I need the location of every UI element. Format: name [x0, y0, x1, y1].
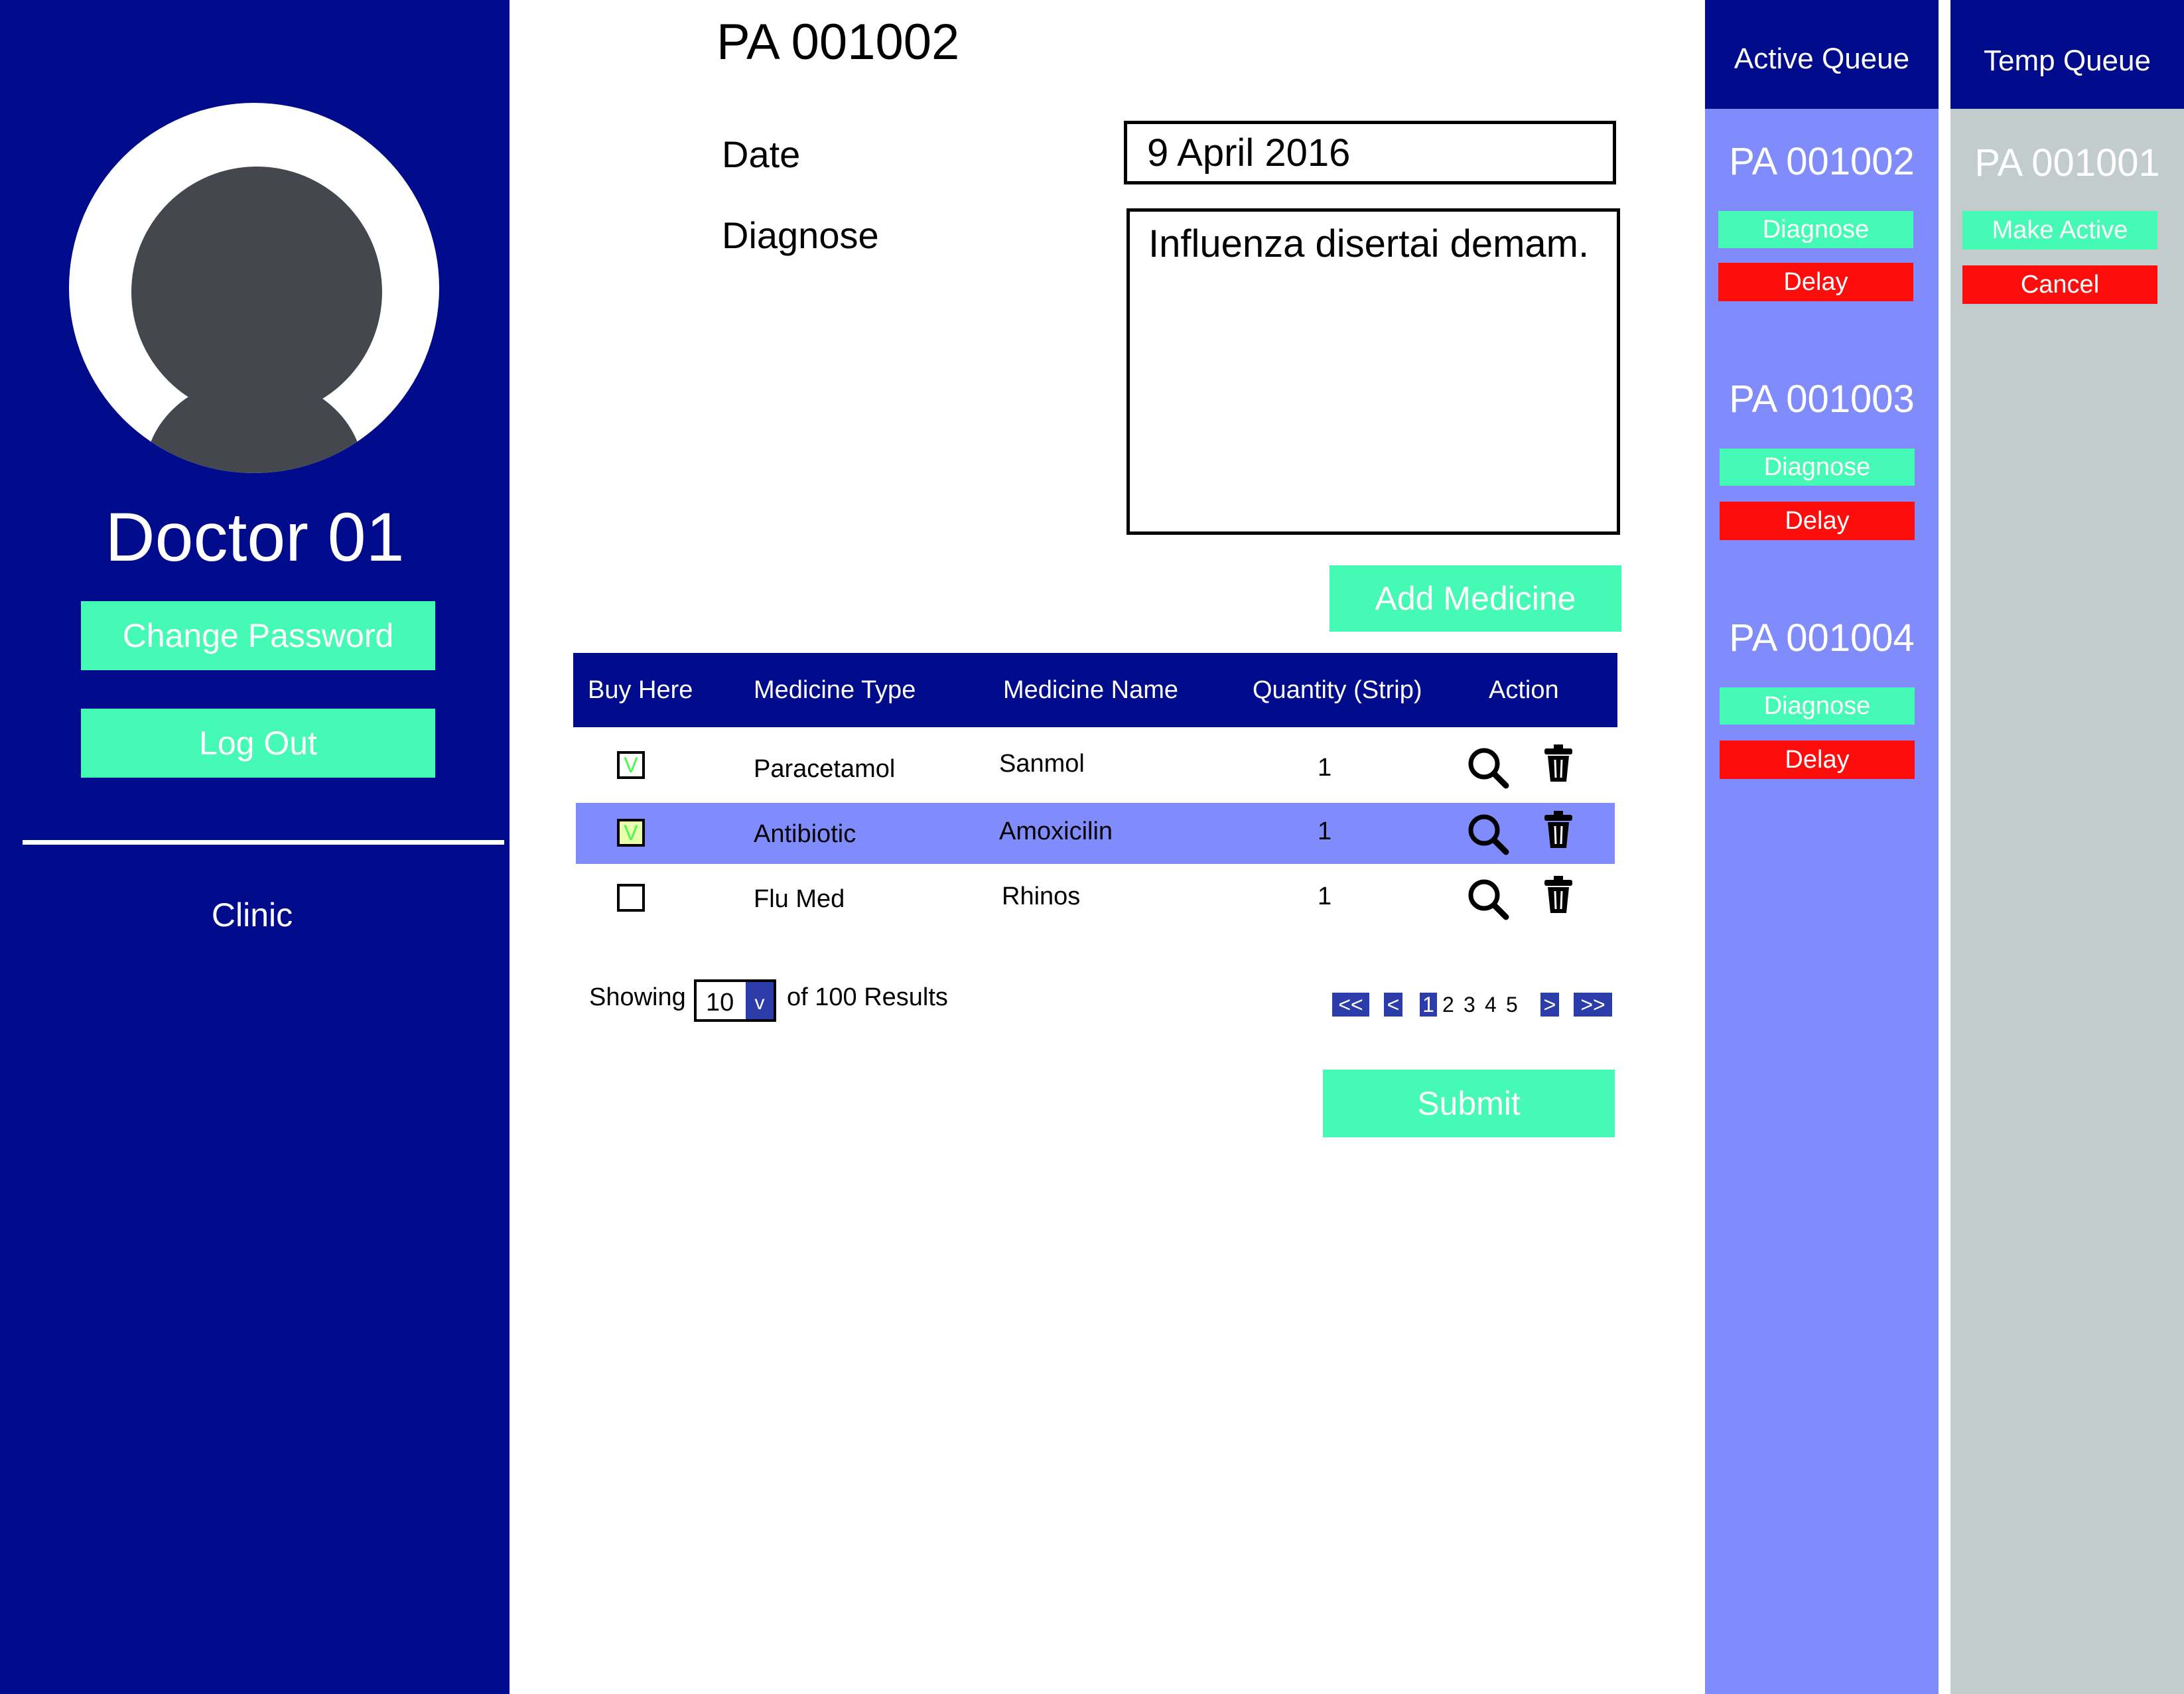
column-header-quantity: Quantity (Strip): [1253, 676, 1422, 704]
active-queue-patient-id: PA 001003: [1729, 378, 1915, 421]
sidebar-item-clinic[interactable]: Clinic: [0, 896, 504, 934]
cancel-button[interactable]: Cancel: [1962, 265, 2157, 304]
pagination-page-3[interactable]: 3: [1464, 993, 1475, 1017]
table-row[interactable]: V Paracetamol Sanmol 1: [576, 738, 1615, 799]
pagination-next-button[interactable]: >: [1540, 993, 1559, 1017]
pagination-page-5[interactable]: 5: [1506, 993, 1518, 1017]
sidebar-divider: [23, 840, 504, 845]
submit-button[interactable]: Submit: [1323, 1070, 1615, 1137]
page-size-value: 10: [706, 989, 734, 1017]
temp-queue-panel: [1950, 0, 2184, 1694]
diagnose-button[interactable]: Diagnose: [1720, 449, 1915, 486]
page-size-select[interactable]: 10 v: [694, 979, 776, 1022]
date-label: Date: [722, 133, 801, 175]
magnifier-icon[interactable]: [1465, 811, 1511, 857]
quantity-cell: 1: [1318, 754, 1332, 782]
results-count-label: of 100 Results: [787, 983, 948, 1011]
log-out-button[interactable]: Log Out: [81, 709, 435, 778]
column-header-medicine-type: Medicine Type: [754, 676, 916, 704]
column-header-buy-here: Buy Here: [588, 676, 693, 704]
patient-id-title: PA 001002: [717, 14, 960, 70]
trash-icon[interactable]: [1542, 875, 1575, 914]
table-row[interactable]: Flu Med Rhinos 1: [576, 868, 1615, 929]
medicine-name-cell: Rhinos: [1002, 882, 1081, 910]
medicine-type-cell: Paracetamol: [754, 755, 896, 783]
table-row-selected[interactable]: V Antibiotic Amoxicilin 1: [576, 803, 1615, 864]
active-queue-patient-id: PA 001002: [1729, 140, 1915, 183]
chevron-down-icon[interactable]: v: [746, 982, 774, 1019]
showing-label: Showing: [589, 983, 686, 1011]
diagnose-textarea[interactable]: Influenza disertai demam.: [1126, 208, 1620, 535]
column-header-medicine-name: Medicine Name: [1003, 676, 1178, 704]
buy-here-checkbox[interactable]: V: [617, 819, 645, 847]
pagination-first-button[interactable]: <<: [1332, 993, 1369, 1017]
pagination-prev-button[interactable]: <: [1384, 993, 1402, 1017]
diagnose-button[interactable]: Diagnose: [1718, 211, 1913, 248]
active-queue-panel: [1705, 0, 1939, 1694]
pagination-last-button[interactable]: >>: [1574, 993, 1612, 1017]
add-medicine-button[interactable]: Add Medicine: [1330, 565, 1621, 632]
doctor-name: Doctor 01: [105, 499, 405, 576]
active-queue-patient-id: PA 001004: [1729, 616, 1915, 660]
temp-queue-patient-id: PA 001001: [1974, 141, 2160, 184]
pagination-page-1[interactable]: 1: [1420, 993, 1437, 1017]
diagnose-label: Diagnose: [722, 214, 879, 256]
buy-here-checkbox[interactable]: V: [617, 751, 645, 779]
medicine-type-cell: Antibiotic: [754, 820, 856, 848]
quantity-cell: 1: [1318, 882, 1332, 910]
medicine-type-cell: Flu Med: [754, 885, 845, 913]
diagnose-button[interactable]: Diagnose: [1720, 687, 1915, 725]
pagination-page-2[interactable]: 2: [1442, 993, 1454, 1017]
quantity-cell: 1: [1318, 817, 1332, 845]
trash-icon[interactable]: [1542, 810, 1575, 849]
date-field[interactable]: 9 April 2016: [1124, 121, 1616, 184]
table-header: Buy Here Medicine Type Medicine Name Qua…: [573, 653, 1617, 727]
pagination-page-4[interactable]: 4: [1485, 993, 1497, 1017]
delay-button[interactable]: Delay: [1718, 263, 1913, 301]
make-active-button[interactable]: Make Active: [1962, 211, 2157, 249]
magnifier-icon[interactable]: [1465, 876, 1511, 922]
active-queue-title: Active Queue: [1705, 0, 1939, 109]
medicine-name-cell: Sanmol: [999, 750, 1085, 778]
magnifier-icon[interactable]: [1465, 744, 1511, 791]
avatar: [69, 103, 439, 473]
delay-button[interactable]: Delay: [1720, 741, 1915, 779]
buy-here-checkbox[interactable]: [617, 884, 645, 912]
change-password-button[interactable]: Change Password: [81, 601, 435, 670]
temp-queue-title: Temp Queue: [1950, 0, 2184, 109]
medicine-name-cell: Amoxicilin: [999, 817, 1113, 845]
trash-icon[interactable]: [1542, 743, 1575, 783]
delay-button[interactable]: Delay: [1720, 502, 1915, 540]
column-header-action: Action: [1489, 676, 1559, 704]
